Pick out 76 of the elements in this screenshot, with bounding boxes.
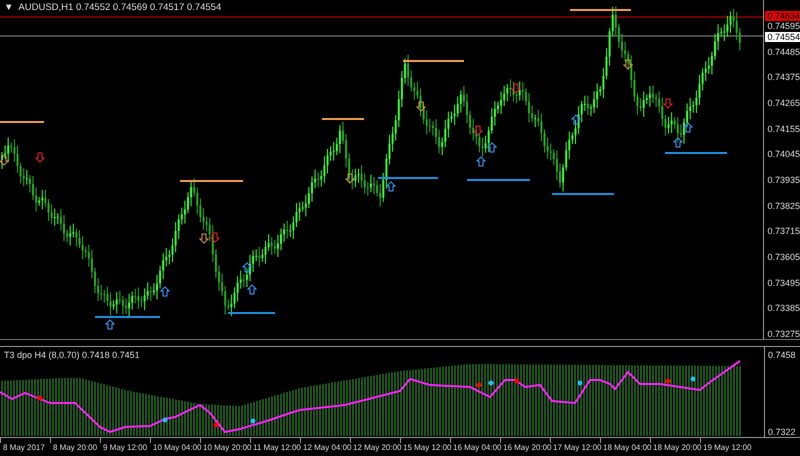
down-arrow-icon	[0, 156, 10, 166]
time-label: 16 May 20:00	[503, 443, 552, 453]
time-label: 10 May 04:00	[153, 443, 202, 453]
indicator-scale-label: 0.7458	[768, 350, 797, 360]
bid-price-tag: 0.74554	[765, 32, 800, 42]
support-line	[378, 177, 438, 179]
indicator-scale-label: 0.7322	[768, 427, 797, 437]
time-label: 19 May 12:00	[703, 443, 752, 453]
price-label: 0.74485	[767, 48, 800, 57]
support-line	[467, 179, 530, 181]
sell-signal-dot	[514, 378, 520, 384]
time-label: 12 May 04:00	[303, 443, 352, 453]
support-line	[665, 152, 727, 154]
time-label: 8 May 2017	[3, 443, 45, 453]
price-label: 0.73715	[767, 227, 800, 236]
price-label: 0.74595	[767, 22, 800, 31]
buy-signal-dot	[690, 376, 696, 382]
ask-price-tag: 0.74634	[765, 11, 800, 21]
price-label: 0.74265	[767, 98, 800, 108]
price-label: 0.74155	[767, 124, 800, 134]
buy-signal-dot	[578, 380, 582, 386]
time-label: 11 May 12:00	[253, 443, 301, 453]
time-label: 16 May 04:00	[453, 443, 502, 453]
up-arrow-icon	[476, 156, 486, 166]
resistance-line	[570, 9, 631, 11]
down-arrow-icon	[662, 98, 674, 109]
sell-signal-dot	[38, 396, 42, 400]
time-label: 10 May 20:00	[203, 443, 252, 453]
up-arrow-icon	[570, 114, 582, 124]
time-label: 18 May 04:00	[603, 443, 652, 453]
down-arrow-icon	[622, 60, 634, 70]
price-label: 0.73495	[767, 278, 800, 288]
price-label: 0.73825	[767, 202, 800, 211]
up-arrow-icon	[246, 284, 258, 294]
up-arrow-icon	[242, 262, 252, 272]
up-arrow-icon	[486, 142, 498, 152]
support-line	[228, 312, 275, 314]
price-label: 0.73385	[767, 304, 800, 314]
time-label: 15 May 12:00	[403, 443, 452, 453]
down-arrow-icon	[344, 174, 356, 184]
time-label: 18 May 20:00	[653, 443, 702, 453]
buy-signal-dot	[488, 380, 494, 386]
resistance-line	[180, 180, 243, 182]
buy-signal-dot	[162, 418, 168, 422]
up-arrow-icon	[672, 137, 684, 148]
sell-signal-dot	[476, 382, 482, 388]
sell-signal-dot	[214, 422, 218, 428]
resistance-line	[0, 121, 44, 123]
buy-signal-dot	[250, 418, 256, 424]
down-arrow-icon	[210, 232, 220, 243]
support-line	[95, 316, 160, 318]
down-arrow-icon	[510, 84, 522, 94]
time-label: 12 May 20:00	[353, 443, 402, 453]
sell-signal-dot	[666, 378, 670, 384]
down-arrow-icon	[34, 152, 46, 163]
price-label: 0.73605	[767, 252, 800, 262]
down-arrow-icon	[416, 102, 426, 112]
price-label: 0.73275	[767, 330, 800, 339]
price-label: 0.74045	[767, 150, 800, 160]
support-line	[552, 193, 614, 195]
indicator-label: T3 dpo H4 (8,0.70) 0.7418 0.7451	[4, 350, 140, 360]
resistance-line	[403, 60, 464, 62]
resistance-line	[322, 118, 364, 120]
price-label: 0.73935	[767, 176, 800, 185]
time-label: 8 May 20:00	[53, 443, 98, 453]
price-label: 0.74375	[767, 73, 800, 82]
up-arrow-icon	[104, 319, 116, 330]
menu-caret[interactable]: ▼	[4, 2, 14, 13]
down-arrow-icon	[198, 234, 210, 244]
up-arrow-icon	[682, 122, 694, 132]
up-arrow-icon	[386, 181, 396, 192]
down-arrow-icon	[472, 126, 484, 136]
up-arrow-icon	[160, 286, 170, 296]
symbol-info: AUDUSD,H1 0.74552 0.74569 0.74517 0.74554	[18, 2, 222, 13]
time-label: 17 May 12:00	[553, 443, 602, 453]
time-label: 9 May 12:00	[103, 443, 148, 453]
